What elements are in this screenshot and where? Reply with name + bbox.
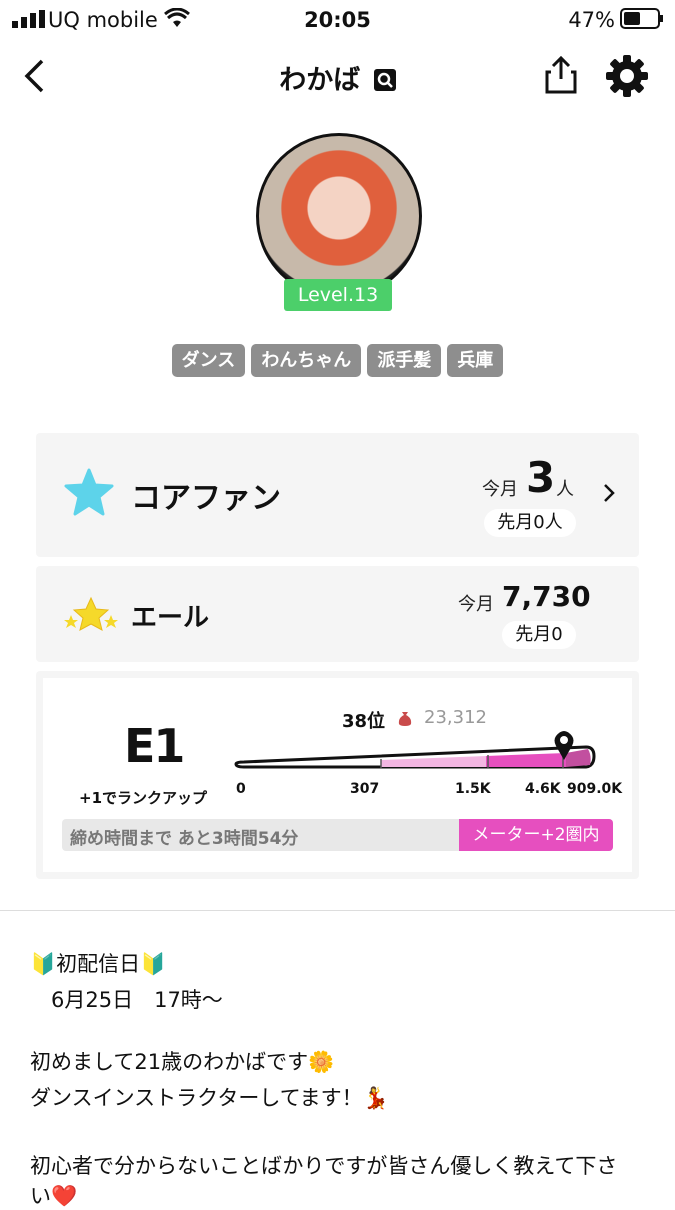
meter-tick: 1.5K [455, 781, 491, 797]
rank-position: 38位 [342, 711, 386, 732]
this-month-label: 今月 [482, 479, 518, 500]
rank-score: 23,312 [424, 707, 487, 728]
core-fan-label: コアファン [131, 481, 281, 516]
rank-up-text: +1でランクアップ [79, 789, 208, 807]
yell-label: エール [131, 603, 210, 633]
sack-icon [398, 712, 412, 726]
bio-line: 6月25日 17時〜 [30, 988, 223, 1012]
bio-line: い❤️ [30, 1184, 78, 1208]
level-badge: Level.13 [284, 279, 392, 311]
core-fan-card[interactable]: コアファン 今月 3 人 先月0人 [36, 433, 639, 557]
tag[interactable]: 兵庫 [447, 344, 504, 377]
meter-status-badge: メーター+2圏内 [459, 819, 613, 851]
rank-meter [234, 745, 596, 769]
meter-tick: 307 [350, 781, 380, 797]
rank-grade: E1 [124, 719, 185, 773]
yell-count: 7,730 [502, 580, 591, 613]
share-icon[interactable] [543, 55, 579, 95]
battery-percent: 47% [568, 8, 615, 32]
deadline-text: 締め時間まで あと3時間54分 [70, 829, 299, 849]
avatar[interactable] [256, 133, 422, 299]
tag-list: ダンス わんちゃん 派手髪 兵庫 [0, 344, 675, 377]
search-badge-icon[interactable] [373, 69, 396, 91]
core-fan-count: 3 [526, 453, 556, 502]
meter-tick: 0 [236, 781, 246, 797]
yell-card: エール 今月 7,730 先月0 [36, 566, 639, 662]
stars-icon [64, 596, 118, 631]
this-month-label: 今月 [458, 594, 494, 615]
tag[interactable]: 派手髪 [367, 344, 442, 377]
battery-icon [620, 8, 663, 29]
gear-icon[interactable] [605, 54, 649, 98]
star-icon [64, 468, 114, 516]
bio-line: 🔰初配信日🔰 [30, 952, 167, 976]
bio-line: 初心者で分からないことばかりですが皆さん優しく教えて下さ [30, 1154, 618, 1178]
tag[interactable]: ダンス [171, 344, 246, 377]
bio-line: 初めまして21歳のわかばです🌼 [30, 1050, 335, 1074]
tag[interactable]: わんちゃん [251, 344, 362, 377]
deadline-bar: 締め時間まで あと3時間54分 メーター+2圏内 [62, 819, 613, 851]
core-fan-unit: 人 [556, 479, 574, 500]
chevron-right-icon[interactable] [602, 483, 616, 503]
status-bar: UQ mobile 20:05 47% [0, 0, 675, 38]
meter-tick: 909.0K [567, 781, 623, 797]
location-pin-icon [554, 731, 574, 760]
divider [0, 910, 675, 911]
bio-line: ダンスインストラクターしてます！💃 [30, 1086, 389, 1110]
last-month-pill: 先月0 [502, 621, 576, 649]
meter-tick: 4.6K [525, 781, 561, 797]
last-month-pill: 先月0人 [484, 509, 576, 537]
